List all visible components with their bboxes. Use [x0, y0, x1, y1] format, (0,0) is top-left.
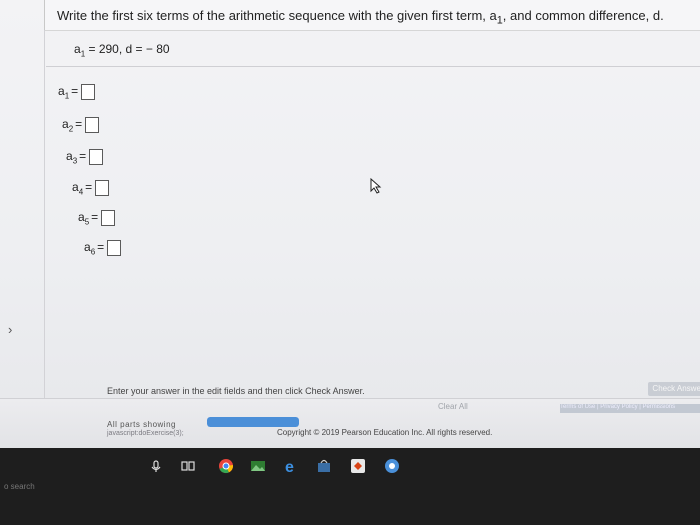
- mouse-cursor-icon: [370, 178, 382, 194]
- term-var: a: [84, 240, 91, 255]
- exercise-screen: Write the first six terms of the arithme…: [0, 0, 700, 448]
- term-sub: 1: [64, 91, 70, 101]
- term-sub: 5: [84, 217, 90, 227]
- given-values: a1 = 290, d = − 80: [74, 42, 170, 58]
- given-text: = 290, d = − 80: [85, 42, 170, 56]
- copyright-text: Copyright © 2019 Pearson Education Inc. …: [277, 428, 493, 437]
- term-var: a: [78, 210, 85, 225]
- term-row-5: a5 =: [78, 210, 116, 227]
- question-header: Write the first six terms of the arithme…: [44, 0, 700, 31]
- left-rule: [44, 30, 45, 398]
- term-sub: 4: [78, 187, 84, 197]
- term-row-6: a6 =: [84, 240, 122, 257]
- instructions-text: Enter your answer in the edit fields and…: [107, 386, 365, 396]
- term-equals: =: [85, 180, 93, 195]
- question-suffix: , and common difference, d.: [502, 8, 664, 23]
- answer-box-a2[interactable]: [85, 117, 100, 133]
- term-sub: 2: [68, 124, 74, 134]
- question-prefix: Write the first six terms of the arithme…: [57, 8, 497, 23]
- side-arrow-icon[interactable]: ›: [8, 322, 12, 337]
- status-bar-url: javascript:doExercise(3);: [107, 430, 184, 437]
- taskbar-search[interactable]: o search: [4, 482, 35, 491]
- edge-icon[interactable]: e: [284, 458, 300, 474]
- given-var: a: [74, 42, 81, 56]
- term-row-3: a3 =: [66, 149, 104, 166]
- app-icon[interactable]: [350, 458, 366, 474]
- term-sub: 6: [90, 247, 96, 257]
- term-var: a: [58, 84, 65, 99]
- photos-icon[interactable]: [250, 458, 266, 474]
- term-row-4: a4 =: [72, 180, 110, 197]
- term-var: a: [62, 117, 69, 132]
- check-answer-button[interactable]: Check Answer: [648, 382, 700, 396]
- term-var: a: [66, 149, 73, 164]
- question-text: Write the first six terms of the arithme…: [57, 8, 664, 27]
- svg-text:e: e: [285, 459, 294, 474]
- divider: [46, 66, 700, 67]
- term-equals: =: [97, 240, 105, 255]
- term-sub: 3: [72, 156, 78, 166]
- store-icon[interactable]: [316, 458, 332, 474]
- progress-fill: [207, 417, 299, 427]
- answer-box-a1[interactable]: [81, 84, 96, 100]
- microphone-icon[interactable]: [148, 458, 164, 474]
- task-view-icon[interactable]: [180, 458, 196, 474]
- term-equals: =: [91, 210, 99, 225]
- answer-box-a6[interactable]: [107, 240, 122, 256]
- answer-box-a4[interactable]: [95, 180, 110, 196]
- answer-box-a3[interactable]: [89, 149, 104, 165]
- parts-shown-text: All parts showing: [107, 420, 176, 429]
- term-row-2: a2 =: [62, 117, 100, 134]
- clear-all-button[interactable]: Clear All: [438, 402, 468, 411]
- footer-links[interactable]: Terms of Use | Privacy Policy | Permissi…: [560, 404, 700, 413]
- term-var: a: [72, 180, 79, 195]
- chrome-icon[interactable]: [218, 458, 234, 474]
- term-row-1: a1 =: [58, 84, 96, 101]
- answer-box-a5[interactable]: [101, 210, 116, 226]
- term-equals: =: [79, 149, 87, 164]
- term-equals: =: [75, 117, 83, 132]
- term-equals: =: [71, 84, 79, 99]
- chromium-icon[interactable]: [384, 458, 400, 474]
- loading-progress-bar: [207, 417, 299, 427]
